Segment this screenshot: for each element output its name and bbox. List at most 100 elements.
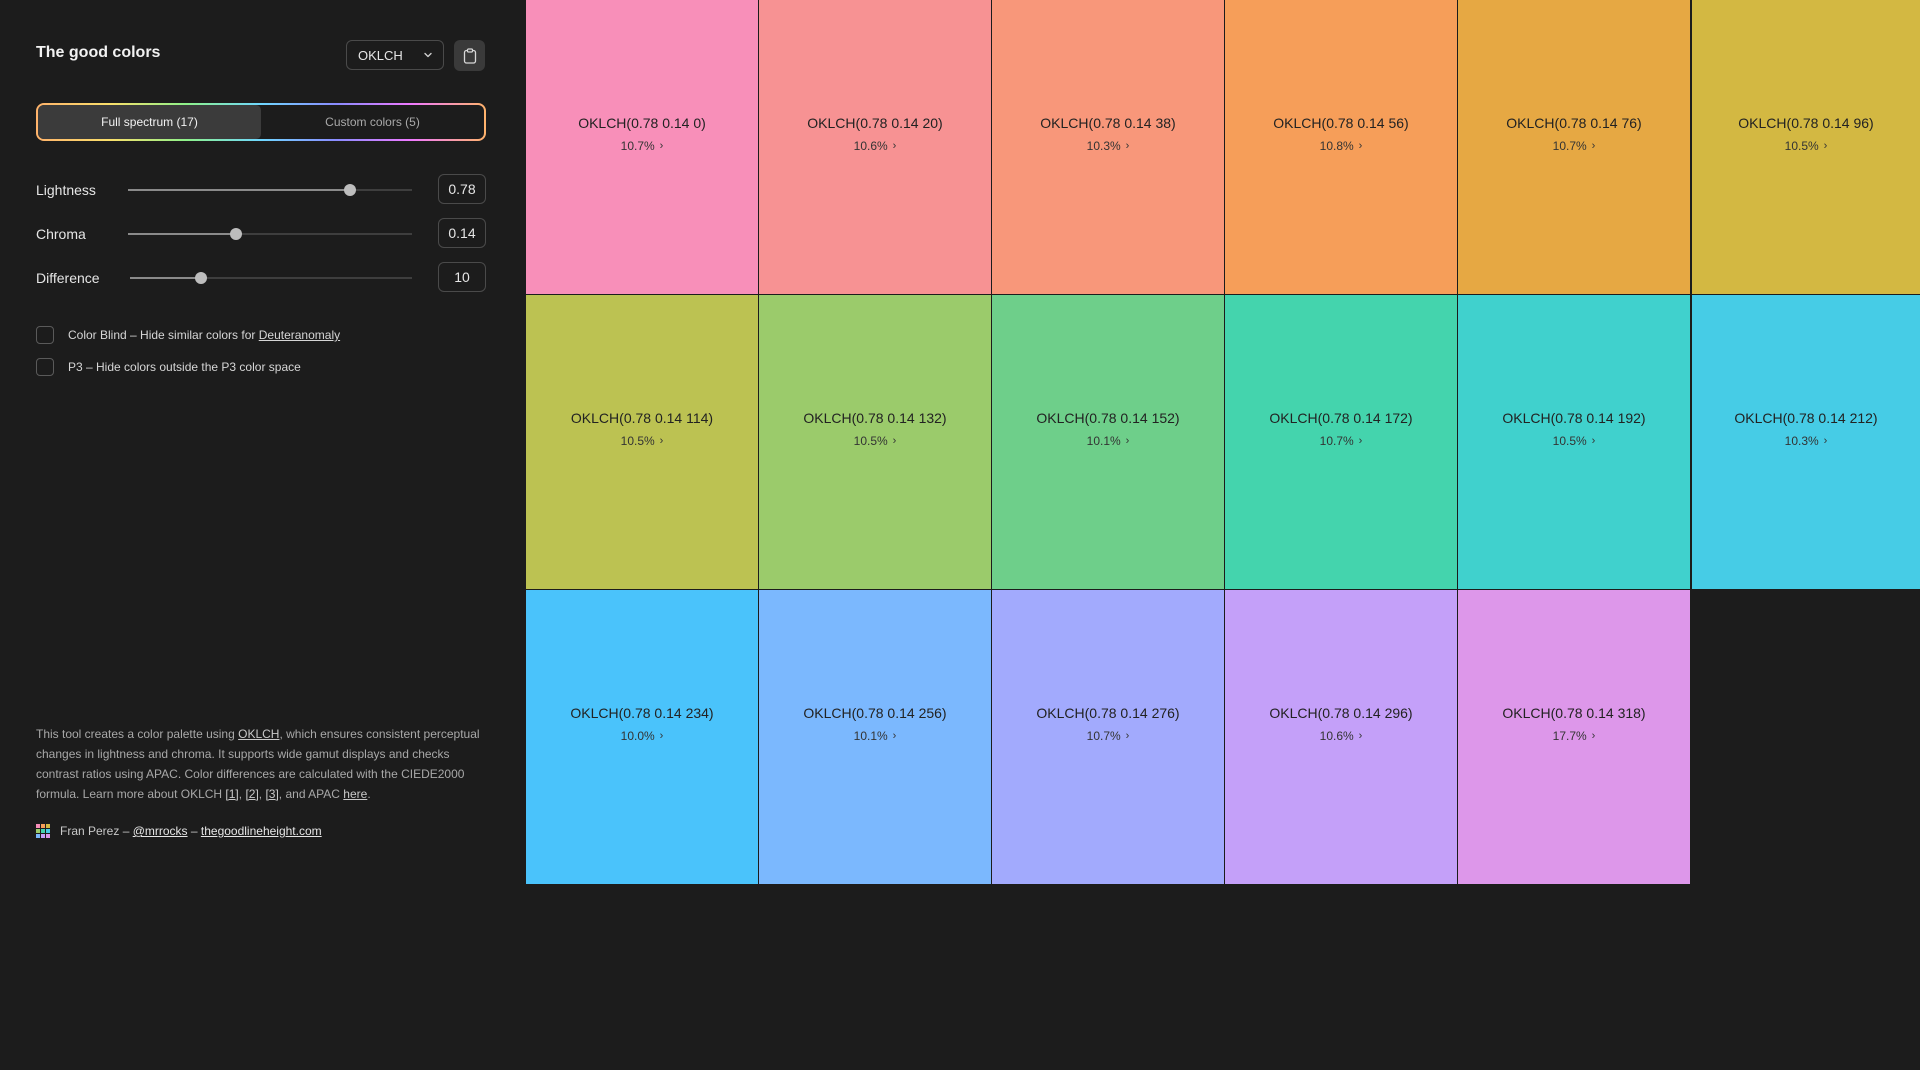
swatch-label: OKLCH(0.78 0.14 296) (1269, 705, 1413, 721)
credits-separator: – (187, 824, 201, 838)
color-swatch[interactable]: OKLCH(0.78 0.14 132) 10.5% › (759, 295, 991, 589)
author-handle-link[interactable]: @mrrocks (133, 824, 188, 838)
swatch-label: OKLCH(0.78 0.14 114) (570, 410, 714, 426)
swatch-percent: 10.7% (1319, 434, 1354, 448)
chevron-right-icon: › (1358, 435, 1363, 447)
color-swatch[interactable]: OKLCH(0.78 0.14 212) 10.3% › (1692, 295, 1920, 589)
chevron-right-icon: › (659, 140, 664, 152)
chroma-slider-fill (128, 233, 236, 235)
swatch-label: OKLCH(0.78 0.14 0) (578, 115, 706, 131)
swatch-label: OKLCH(0.78 0.14 38) (1040, 115, 1176, 131)
colorblind-checkbox[interactable] (36, 326, 54, 344)
swatch-contrast[interactable]: 10.7% › (621, 139, 664, 153)
color-swatch[interactable]: OKLCH(0.78 0.14 172) 10.7% › (1225, 295, 1457, 589)
difference-slider[interactable] (130, 272, 412, 284)
tab-full-spectrum[interactable]: Full spectrum (17) (38, 105, 261, 139)
apac-here-link[interactable]: here (343, 787, 367, 801)
colorblind-label: Color Blind – Hide similar colors for (68, 328, 259, 342)
sidebar: The good colors OKLCH Full spectrum (17)… (0, 0, 526, 1070)
swatch-label: OKLCH(0.78 0.14 192) (1502, 410, 1646, 426)
swatch-label: OKLCH(0.78 0.14 276) (1036, 705, 1180, 721)
oklch-link[interactable]: OKLCH (238, 727, 279, 741)
chevron-right-icon: › (1358, 730, 1363, 742)
swatch-contrast[interactable]: 10.7% › (1553, 139, 1596, 153)
swatch-label: OKLCH(0.78 0.14 152) (1036, 410, 1180, 426)
swatch-contrast[interactable]: 10.0% › (621, 729, 664, 743)
swatch-percent: 10.1% (853, 729, 888, 743)
swatch-contrast[interactable]: 10.5% › (621, 434, 664, 448)
lightness-slider-thumb[interactable] (343, 184, 356, 196)
swatch-contrast[interactable]: 10.6% › (854, 139, 897, 153)
chroma-slider[interactable] (128, 228, 412, 240)
swatch-percent: 10.0% (620, 729, 655, 743)
credits: Fran Perez – @mrrocks – thegoodlineheigh… (36, 824, 322, 838)
chevron-right-icon: › (1125, 730, 1130, 742)
format-select-value: OKLCH (358, 47, 403, 63)
author-name: Fran Perez – (60, 824, 133, 838)
clipboard-icon (463, 47, 476, 64)
swatch-contrast[interactable]: 10.3% › (1087, 139, 1130, 153)
difference-label: Difference (36, 270, 100, 286)
swatch-percent: 10.5% (853, 434, 888, 448)
swatch-contrast[interactable]: 10.3% › (1785, 434, 1828, 448)
lightness-input[interactable]: 0.78 (438, 174, 486, 204)
chevron-right-icon: › (659, 435, 664, 447)
swatch-contrast[interactable]: 10.1% › (1087, 434, 1130, 448)
chevron-right-icon: › (1125, 140, 1130, 152)
site-link[interactable]: thegoodlineheight.com (201, 824, 322, 838)
chroma-slider-thumb[interactable] (229, 228, 242, 240)
format-select[interactable]: OKLCH (346, 40, 444, 70)
about-text: This tool creates a color palette using … (36, 724, 486, 804)
copy-button[interactable] (454, 40, 485, 71)
deuteranomaly-link[interactable]: Deuteranomaly (259, 328, 340, 342)
color-swatch[interactable]: OKLCH(0.78 0.14 192) 10.5% › (1458, 295, 1690, 589)
palette-tabs: Full spectrum (17) Custom colors (5) (36, 103, 486, 141)
lightness-control: Lightness 0.78 (36, 174, 486, 206)
color-swatch[interactable]: OKLCH(0.78 0.14 76) 10.7% › (1458, 0, 1690, 294)
ref-2-link[interactable]: [2] (245, 787, 258, 801)
swatch-contrast[interactable]: 10.5% › (1553, 434, 1596, 448)
p3-label: P3 – Hide colors outside the P3 color sp… (68, 360, 301, 374)
chevron-right-icon: › (1591, 140, 1596, 152)
color-swatch[interactable]: OKLCH(0.78 0.14 152) 10.1% › (992, 295, 1224, 589)
swatch-percent: 10.7% (1086, 729, 1121, 743)
p3-checkbox[interactable] (36, 358, 54, 376)
swatch-contrast[interactable]: 10.5% › (854, 434, 897, 448)
ref-3-link[interactable]: [3] (265, 787, 278, 801)
swatch-contrast[interactable]: 10.1% › (854, 729, 897, 743)
swatch-contrast[interactable]: 10.6% › (1320, 729, 1363, 743)
color-swatch[interactable]: OKLCH(0.78 0.14 318) 17.7% › (1458, 590, 1690, 884)
swatch-percent: 10.6% (853, 139, 888, 153)
palette-grid-icon (36, 824, 50, 838)
swatch-percent: 10.3% (1784, 434, 1819, 448)
chroma-input[interactable]: 0.14 (438, 218, 486, 248)
swatch-contrast[interactable]: 17.7% › (1553, 729, 1596, 743)
swatch-label: OKLCH(0.78 0.14 96) (1738, 115, 1874, 131)
color-swatch[interactable]: OKLCH(0.78 0.14 256) 10.1% › (759, 590, 991, 884)
chevron-right-icon: › (1125, 435, 1130, 447)
difference-input[interactable]: 10 (438, 262, 486, 292)
swatch-contrast[interactable]: 10.7% › (1087, 729, 1130, 743)
chevron-down-icon (424, 52, 432, 58)
color-swatch[interactable]: OKLCH(0.78 0.14 38) 10.3% › (992, 0, 1224, 294)
swatch-contrast[interactable]: 10.5% › (1785, 139, 1828, 153)
swatch-percent: 10.3% (1086, 139, 1121, 153)
color-swatch[interactable]: OKLCH(0.78 0.14 234) 10.0% › (526, 590, 758, 884)
chevron-right-icon: › (1591, 435, 1596, 447)
color-swatch[interactable]: OKLCH(0.78 0.14 296) 10.6% › (1225, 590, 1457, 884)
color-swatch[interactable]: OKLCH(0.78 0.14 56) 10.8% › (1225, 0, 1457, 294)
color-swatch[interactable]: OKLCH(0.78 0.14 114) 10.5% › (526, 295, 758, 589)
chevron-right-icon: › (1823, 140, 1828, 152)
swatch-percent: 10.7% (620, 139, 655, 153)
ref-1-link[interactable]: [1] (225, 787, 238, 801)
swatch-contrast[interactable]: 10.8% › (1320, 139, 1363, 153)
color-swatch[interactable]: OKLCH(0.78 0.14 0) 10.7% › (526, 0, 758, 294)
color-swatch[interactable]: OKLCH(0.78 0.14 20) 10.6% › (759, 0, 991, 294)
tab-custom-colors[interactable]: Custom colors (5) (261, 105, 484, 139)
color-swatch[interactable]: OKLCH(0.78 0.14 276) 10.7% › (992, 590, 1224, 884)
swatch-contrast[interactable]: 10.7% › (1320, 434, 1363, 448)
difference-slider-thumb[interactable] (194, 272, 207, 284)
lightness-slider[interactable] (128, 184, 412, 196)
color-swatch[interactable]: OKLCH(0.78 0.14 96) 10.5% › (1692, 0, 1920, 294)
chevron-right-icon: › (1358, 140, 1363, 152)
